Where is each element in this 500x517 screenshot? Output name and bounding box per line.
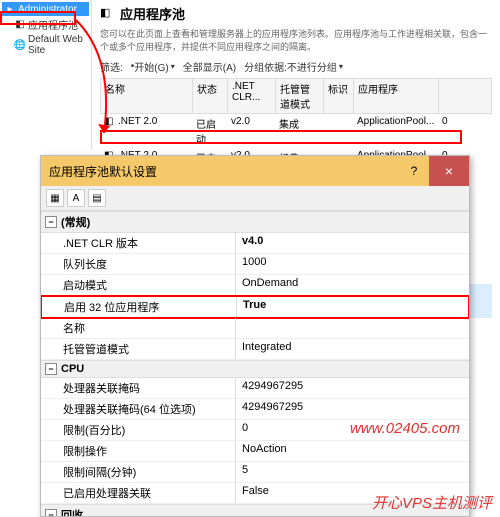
table-header[interactable]: 名称 状态 .NET CLR... 托管管道模式 标识 应用程序 <box>100 78 492 114</box>
filter-group[interactable]: 分组依据: 不进行分组▾ <box>244 59 343 74</box>
toolbar-alphabetical[interactable]: A <box>67 189 85 207</box>
dialog-title-text: 应用程序池默认设置 <box>49 163 399 180</box>
col-clr[interactable]: .NET CLR... <box>228 79 276 113</box>
col-status[interactable]: 状态 <box>193 79 228 113</box>
watermark-url: www.02405.com <box>350 420 460 437</box>
collapse-icon[interactable]: − <box>45 216 57 228</box>
table-row[interactable]: ◧.NET 2.0已启动v2.0集成ApplicationPool...0 <box>100 114 492 148</box>
tree-apppool[interactable]: ◧ 应用程序池 <box>12 16 89 33</box>
prop-enable-32bit[interactable]: 启用 32 位应用程序True <box>41 295 469 319</box>
server-icon: ▸ <box>4 3 16 15</box>
pool-icon: ◧ <box>14 19 26 31</box>
defaults-dialog: 应用程序池默认设置 ? × ▦ A ▤ − (常规) .NET CLR 版本v4… <box>40 155 470 517</box>
page-title: 应用程序池 <box>120 4 185 23</box>
watermark-brand: 开心VPS主机测评 <box>372 492 492 513</box>
prop-name[interactable]: 名称 <box>41 318 469 339</box>
close-button[interactable]: × <box>429 156 469 186</box>
tree-sites[interactable]: 🌐 Default Web Site <box>12 33 89 57</box>
tree-admin[interactable]: ▸ Administrator <box>2 2 89 16</box>
prop-affinity-mask[interactable]: 处理器关联掩码4294967295 <box>41 378 469 399</box>
main-content: ◧ 应用程序池 您可以在此页面上查看和管理服务器上的应用程序池列表。应用程序池与… <box>92 0 500 150</box>
filter-start[interactable]: • 开始(G)▾ <box>131 59 175 74</box>
tree-apppool-label: 应用程序池 <box>28 17 78 32</box>
prop-affinity-mask64[interactable]: 处理器关联掩码(64 位选项)4294967295 <box>41 399 469 420</box>
col-app[interactable]: 应用程序 <box>354 79 439 113</box>
tree-admin-label: Administrator <box>18 4 77 15</box>
prop-pipeline-mode[interactable]: 托管管道模式Integrated <box>41 339 469 360</box>
property-grid[interactable]: − (常规) .NET CLR 版本v4.0 队列长度1000 启动模式OnDe… <box>41 211 469 516</box>
toolbar-prop[interactable]: ▤ <box>88 189 106 207</box>
dialog-toolbar: ▦ A ▤ <box>41 186 469 211</box>
toolbar-categorized[interactable]: ▦ <box>46 189 64 207</box>
filter-show[interactable]: 全部显示(A) <box>183 59 236 74</box>
connections-tree: ▸ Administrator ◧ 应用程序池 🌐 Default Web Si… <box>0 0 92 150</box>
prop-clr-version[interactable]: .NET CLR 版本v4.0 <box>41 233 469 254</box>
collapse-icon[interactable]: − <box>45 509 57 516</box>
col-name[interactable]: 名称 <box>101 79 193 113</box>
prop-limit-interval[interactable]: 限制间隔(分钟)5 <box>41 462 469 483</box>
group-cpu[interactable]: − CPU <box>41 360 469 378</box>
filter-label: 筛选: <box>100 59 123 74</box>
page-description: 您可以在此页面上查看和管理服务器上的应用程序池列表。应用程序池与工作进程相关联，… <box>100 27 492 53</box>
prop-queue-length[interactable]: 队列长度1000 <box>41 254 469 275</box>
col-pipe[interactable]: 托管管道模式 <box>276 79 324 113</box>
col-id[interactable]: 标识 <box>324 79 354 113</box>
dialog-titlebar[interactable]: 应用程序池默认设置 ? × <box>41 156 469 186</box>
prop-limit-action[interactable]: 限制操作NoAction <box>41 441 469 462</box>
tree-site-label: Default Web Site <box>28 34 87 56</box>
group-general[interactable]: − (常规) <box>41 211 469 233</box>
help-button[interactable]: ? <box>399 160 429 182</box>
site-icon: 🌐 <box>14 39 26 51</box>
prop-start-mode[interactable]: 启动模式OnDemand <box>41 275 469 296</box>
collapse-icon[interactable]: − <box>45 363 57 375</box>
filter-bar: 筛选: • 开始(G)▾ 全部显示(A) 分组依据: 不进行分组▾ <box>100 59 492 74</box>
apppool-icon: ◧ <box>100 6 116 22</box>
